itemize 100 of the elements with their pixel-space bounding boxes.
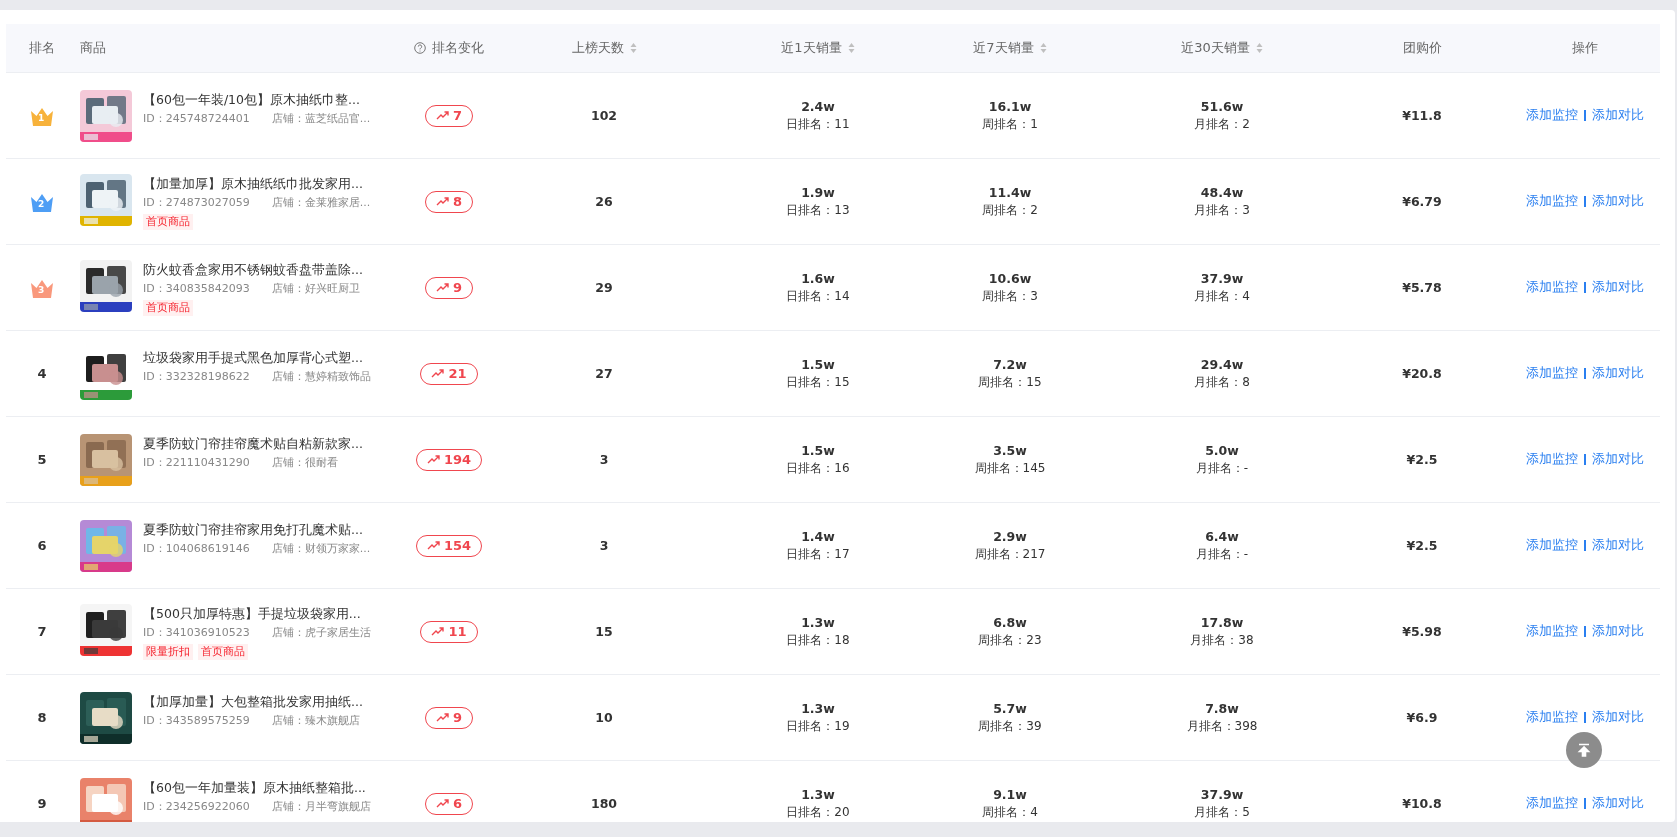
month-sales: 6.4w bbox=[1205, 528, 1239, 545]
rank-number: 1 bbox=[38, 112, 45, 124]
month-sales: 17.8w bbox=[1200, 614, 1244, 631]
group-price: ¥6.79 bbox=[1402, 193, 1442, 210]
month-rank: 月排名：5 bbox=[1194, 804, 1250, 821]
month-rank: 月排名：8 bbox=[1194, 374, 1250, 391]
trend-up-icon bbox=[435, 799, 449, 808]
help-icon[interactable] bbox=[414, 42, 426, 54]
sort-icon[interactable] bbox=[1255, 42, 1263, 54]
product-id: ID：343589575259 bbox=[143, 712, 250, 728]
trend-up-icon bbox=[426, 455, 440, 464]
day-rank: 日排名：17 bbox=[786, 546, 850, 563]
monitor-link[interactable]: 添加监控 bbox=[1526, 107, 1578, 124]
product-title[interactable]: 【加量加厚】原木抽纸纸巾批发家用... bbox=[143, 174, 371, 192]
days-on-list: 102 bbox=[590, 107, 618, 124]
day-sales: 1.3w bbox=[801, 614, 835, 631]
shop-name: 店铺：蓝芝纸品官... bbox=[271, 110, 371, 126]
compare-link[interactable]: 添加对比 bbox=[1592, 795, 1644, 812]
product-id: ID：332328198622 bbox=[143, 368, 250, 384]
days-on-list: 27 bbox=[595, 365, 613, 382]
rank-number: 8 bbox=[37, 710, 47, 725]
product-title[interactable]: 垃圾袋家用手提式黑色加厚背心式塑... bbox=[143, 348, 371, 366]
week-sales: 2.9w bbox=[993, 528, 1027, 545]
product-id: ID：274873027059 bbox=[143, 194, 250, 210]
days-on-list: 29 bbox=[595, 279, 613, 296]
product-title[interactable]: 【60包一年装/10包】原木抽纸巾整... bbox=[143, 90, 371, 108]
product-title[interactable]: 夏季防蚊门帘挂帘魔术贴自粘新款家... bbox=[143, 434, 363, 452]
compare-link[interactable]: 添加对比 bbox=[1592, 279, 1644, 296]
column-header[interactable]: 近1天销量 bbox=[781, 39, 842, 57]
monitor-link[interactable]: 添加监控 bbox=[1526, 537, 1578, 554]
sort-icon[interactable] bbox=[1039, 42, 1047, 54]
column-header[interactable]: 近30天销量 bbox=[1181, 39, 1250, 57]
arrow-to-top-icon bbox=[1577, 743, 1591, 757]
day-rank: 日排名：13 bbox=[786, 202, 850, 219]
days-on-list: 10 bbox=[595, 709, 613, 726]
day-rank: 日排名：18 bbox=[786, 632, 850, 649]
monitor-link[interactable]: 添加监控 bbox=[1526, 451, 1578, 468]
monitor-link[interactable]: 添加监控 bbox=[1526, 279, 1578, 296]
group-price: ¥5.78 bbox=[1402, 279, 1442, 296]
day-rank: 日排名：14 bbox=[786, 288, 850, 305]
compare-link[interactable]: 添加对比 bbox=[1592, 107, 1644, 124]
monitor-link[interactable]: 添加监控 bbox=[1526, 795, 1578, 812]
product-id: ID：341036910523 bbox=[143, 624, 250, 640]
day-rank: 日排名：11 bbox=[786, 116, 850, 133]
group-price: ¥2.5 bbox=[1406, 451, 1438, 468]
days-on-list: 26 bbox=[595, 193, 613, 210]
column-header: 操作 bbox=[1572, 39, 1598, 57]
product-title[interactable]: 【60包一年加量装】原木抽纸整箱批... bbox=[143, 778, 371, 796]
compare-link[interactable]: 添加对比 bbox=[1592, 365, 1644, 382]
column-header[interactable]: 近7天销量 bbox=[973, 39, 1034, 57]
week-rank: 周排名：23 bbox=[978, 632, 1042, 649]
week-rank: 周排名：2 bbox=[982, 202, 1038, 219]
product-title[interactable]: 防火蚊香盒家用不锈钢蚊香盘带盖除... bbox=[143, 260, 363, 278]
shop-name: 店铺：好兴旺厨卫 bbox=[271, 280, 360, 296]
week-sales: 16.1w bbox=[988, 98, 1032, 115]
days-on-list: 3 bbox=[599, 451, 609, 468]
group-price: ¥20.8 bbox=[1402, 365, 1442, 382]
week-rank: 周排名：39 bbox=[978, 718, 1042, 735]
trend-up-icon bbox=[431, 369, 445, 378]
rank-number: 4 bbox=[37, 366, 47, 381]
product-tag: 首页商品 bbox=[143, 299, 193, 316]
month-rank: 月排名：4 bbox=[1194, 288, 1250, 305]
rank-number: 6 bbox=[37, 538, 47, 553]
rank-number: 7 bbox=[37, 624, 47, 639]
trend-up-icon bbox=[435, 111, 449, 120]
week-rank: 周排名：217 bbox=[974, 546, 1046, 563]
month-sales: 37.9w bbox=[1200, 270, 1244, 287]
monitor-link[interactable]: 添加监控 bbox=[1526, 623, 1578, 640]
week-sales: 9.1w bbox=[993, 786, 1027, 803]
sort-icon[interactable] bbox=[847, 42, 855, 54]
trend-up-icon bbox=[435, 713, 449, 722]
days-on-list: 15 bbox=[595, 623, 613, 640]
compare-link[interactable]: 添加对比 bbox=[1592, 709, 1644, 726]
product-id: ID：245748724401 bbox=[143, 110, 250, 126]
sort-icon[interactable] bbox=[629, 42, 637, 54]
product-title[interactable]: 【加厚加量】大包整箱批发家用抽纸... bbox=[143, 692, 363, 710]
monitor-link[interactable]: 添加监控 bbox=[1526, 193, 1578, 210]
day-sales: 1.4w bbox=[801, 528, 835, 545]
compare-link[interactable]: 添加对比 bbox=[1592, 623, 1644, 640]
day-sales: 1.5w bbox=[801, 442, 835, 459]
day-sales: 1.6w bbox=[801, 270, 835, 287]
days-on-list: 180 bbox=[590, 795, 618, 812]
product-title[interactable]: 夏季防蚊门帘挂帘家用免打孔魔术贴... bbox=[143, 520, 371, 538]
rank-number: 2 bbox=[38, 198, 45, 210]
week-sales: 5.7w bbox=[993, 700, 1027, 717]
month-sales: 37.9w bbox=[1200, 786, 1244, 803]
days-on-list: 3 bbox=[599, 537, 609, 554]
week-rank: 周排名：1 bbox=[982, 116, 1038, 133]
month-rank: 月排名：- bbox=[1195, 460, 1249, 477]
shop-name: 店铺：月半弯旗舰店 bbox=[271, 798, 371, 814]
column-header[interactable]: 上榜天数 bbox=[571, 39, 624, 57]
month-sales: 5.0w bbox=[1205, 442, 1239, 459]
compare-link[interactable]: 添加对比 bbox=[1592, 537, 1644, 554]
product-title[interactable]: 【500只加厚特惠】手提垃圾袋家用... bbox=[143, 604, 371, 622]
column-header: 排名 bbox=[29, 39, 55, 57]
compare-link[interactable]: 添加对比 bbox=[1592, 193, 1644, 210]
monitor-link[interactable]: 添加监控 bbox=[1526, 709, 1578, 726]
compare-link[interactable]: 添加对比 bbox=[1592, 451, 1644, 468]
monitor-link[interactable]: 添加监控 bbox=[1526, 365, 1578, 382]
product-tag: 首页商品 bbox=[198, 643, 248, 660]
